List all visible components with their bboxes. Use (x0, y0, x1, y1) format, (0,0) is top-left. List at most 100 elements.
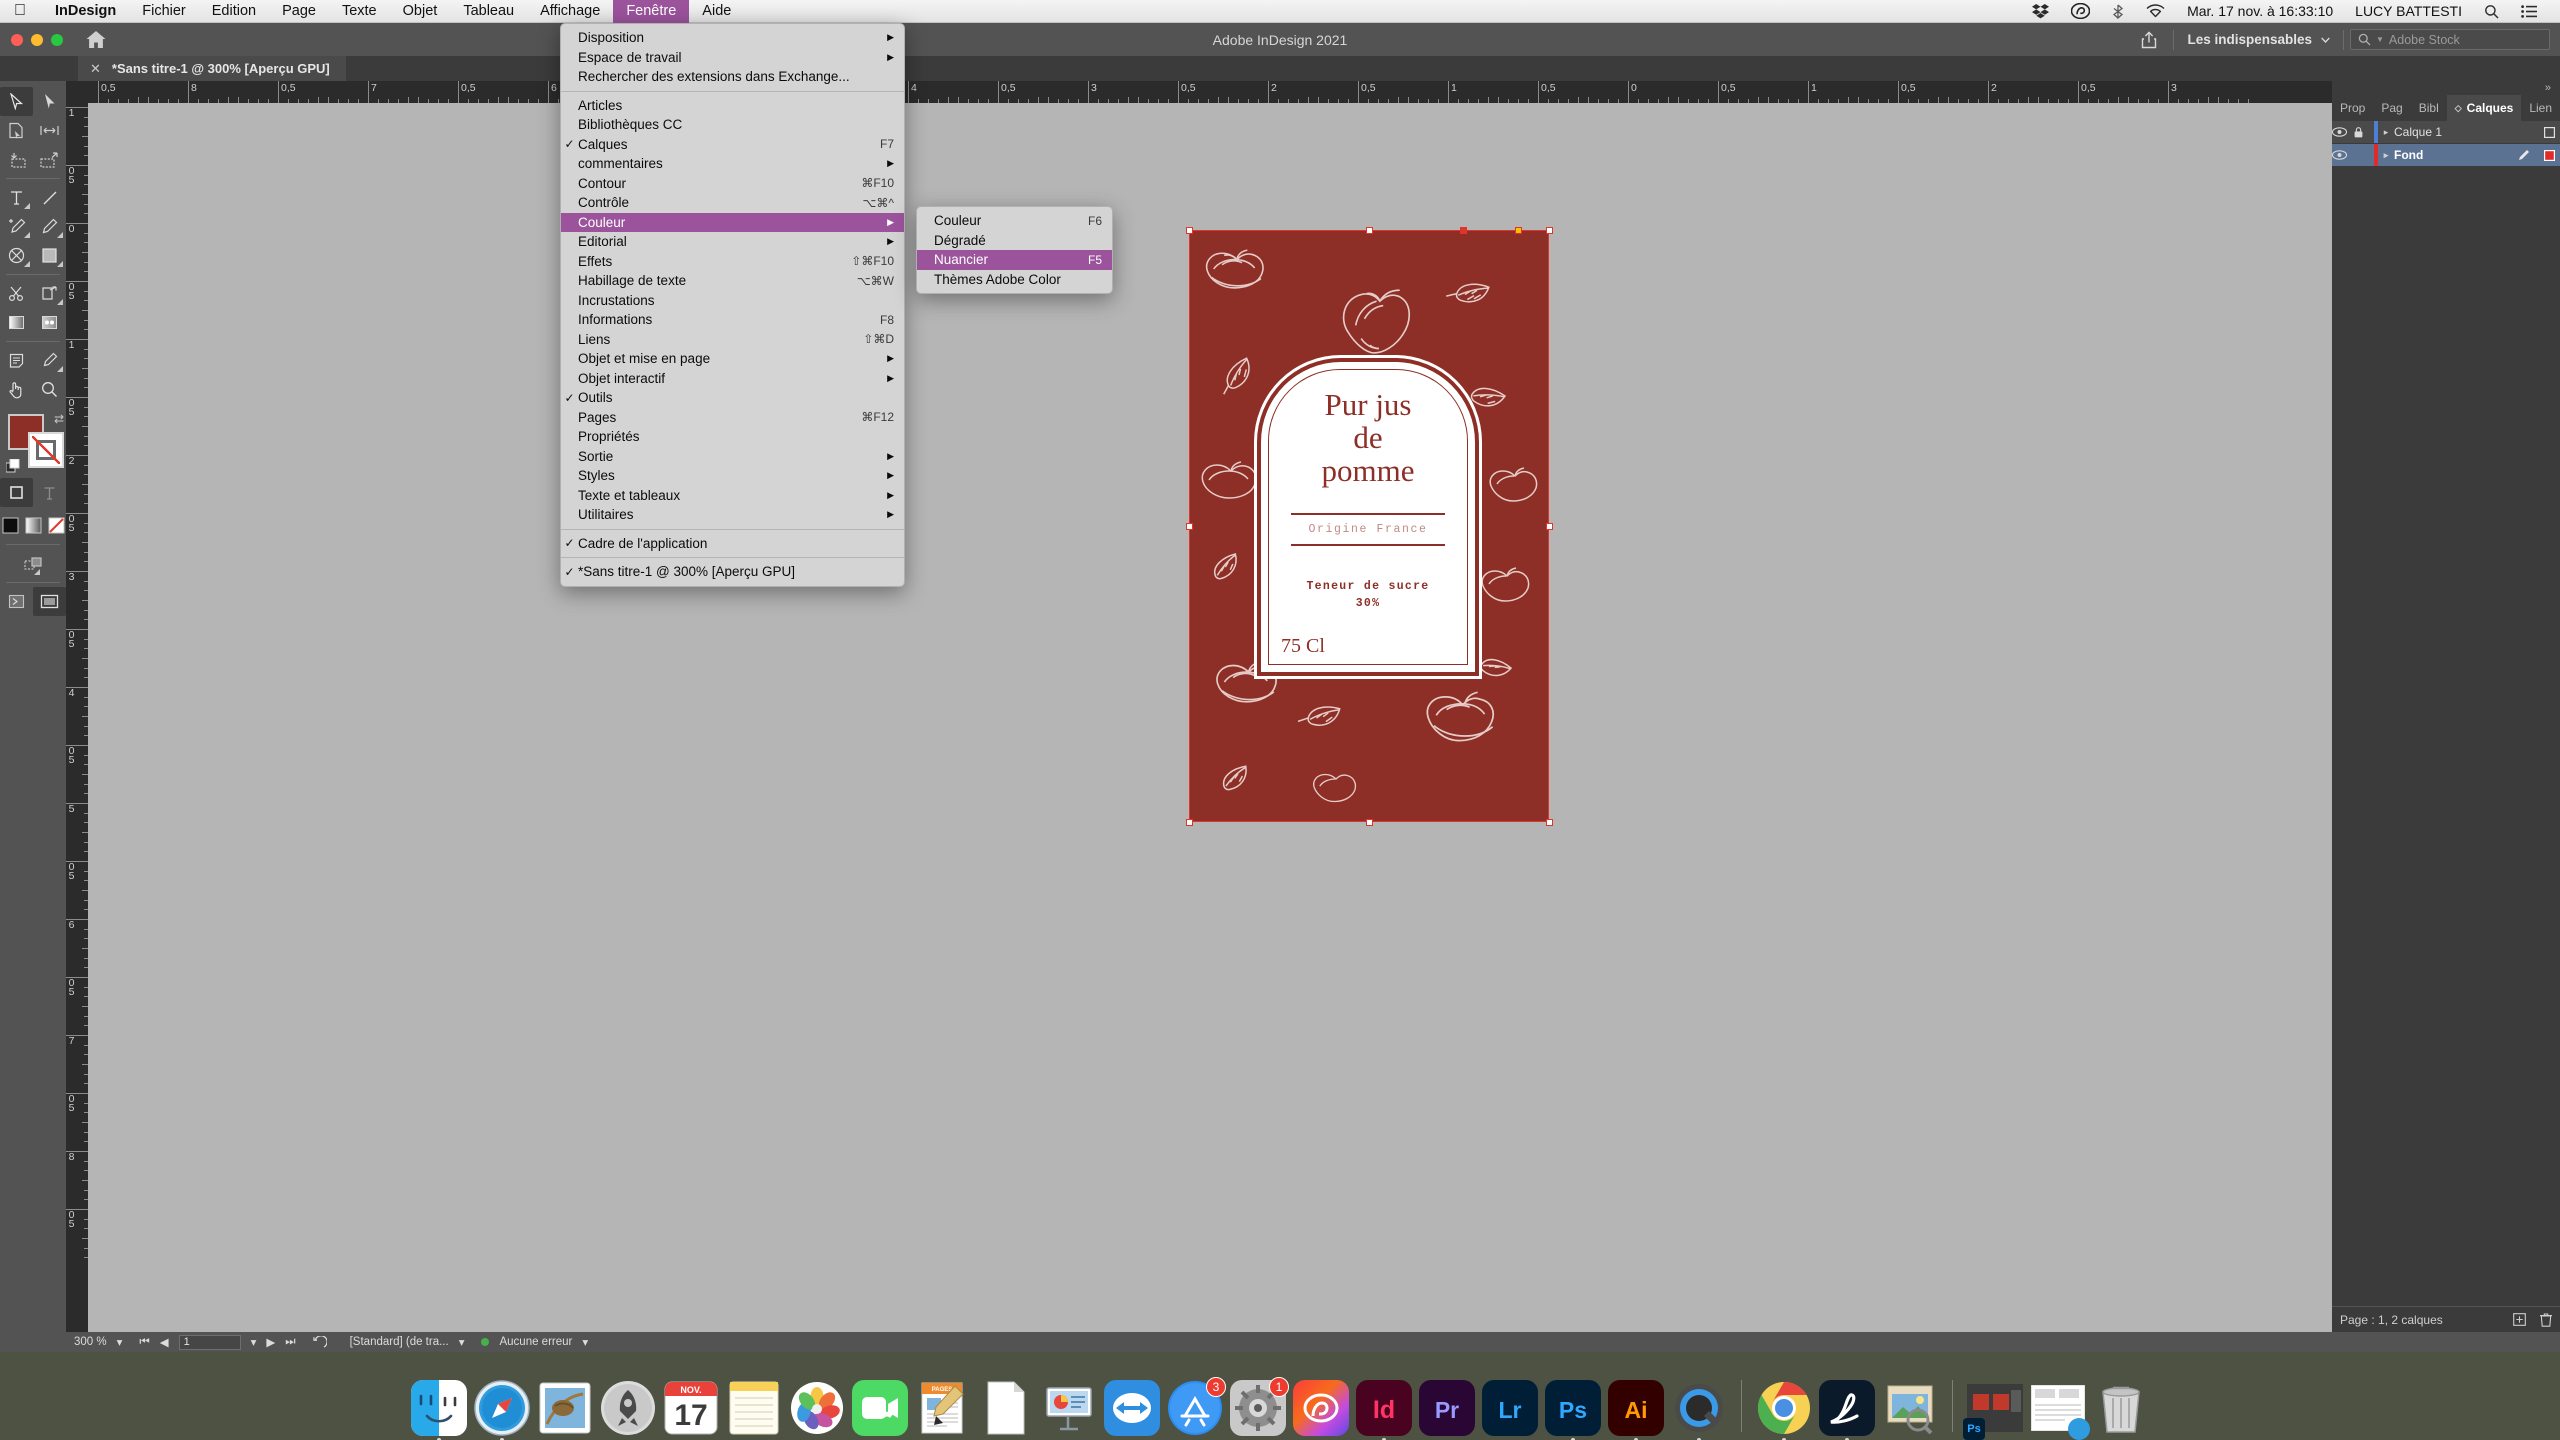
direct-selection-tool[interactable] (33, 87, 66, 116)
menu-item-disposition[interactable]: Disposition ▶ (561, 28, 904, 48)
document-tab[interactable]: ✕ *Sans titre-1 @ 300% [Aperçu GPU] (78, 56, 346, 81)
page-tool[interactable] (0, 116, 33, 145)
user-name[interactable]: LUCY BATTESTI (2344, 3, 2473, 19)
normal-view-mode-icon[interactable] (0, 587, 33, 616)
ruler-origin[interactable] (66, 81, 88, 103)
gradient-feather-tool[interactable] (33, 308, 66, 337)
selection-handle-corner-radius[interactable] (1514, 226, 1522, 234)
panel-tab-prop[interactable]: Prop (2332, 95, 2373, 121)
eye-icon[interactable] (2332, 127, 2354, 137)
macmenu-objet[interactable]: Objet (390, 0, 451, 23)
dock-app-safari[interactable] (474, 1380, 530, 1440)
close-window-button[interactable] (11, 33, 23, 46)
macmenu-tableau[interactable]: Tableau (450, 0, 527, 23)
menu-item-nuancier[interactable]: Nuancier F5 (917, 250, 1112, 270)
selection-handle-mr[interactable] (1545, 522, 1553, 530)
previous-page-icon[interactable]: ◀ (155, 1335, 174, 1349)
menu-item-objet-interactif[interactable]: Objet interactif ▶ (561, 369, 904, 389)
pen-tool[interactable] (0, 212, 33, 241)
macmenu-fichier[interactable]: Fichier (129, 0, 199, 23)
menu-item-cadre-de-l-application[interactable]: ✓ Cadre de l'application (561, 534, 904, 554)
scissors-tool[interactable] (0, 279, 33, 308)
dock-app-acrobat-reader[interactable] (1819, 1380, 1875, 1440)
artboard[interactable]: Pur jus de pomme Origine France Teneur d… (1189, 230, 1549, 822)
chevron-right-icon[interactable]: ▸ (2378, 127, 2394, 138)
selection-handle-br[interactable] (1545, 818, 1553, 826)
layer-target-swatch[interactable] (2538, 149, 2560, 161)
dock-minimized-window-safari[interactable] (2030, 1380, 2090, 1440)
creative-cloud-icon[interactable] (2060, 3, 2101, 19)
menu-item-articles[interactable]: Articles (561, 96, 904, 116)
note-tool[interactable] (0, 346, 33, 375)
dock-app-indesign[interactable]: Id (1356, 1380, 1412, 1440)
apply-none-icon[interactable] (46, 511, 66, 540)
pencil-tool[interactable] (33, 212, 66, 241)
preflight-chevron-down-icon[interactable]: ▾ (454, 1335, 470, 1349)
share-icon[interactable] (2125, 30, 2173, 49)
panel-tab-lien[interactable]: Lien (2521, 95, 2560, 121)
apply-gradient-icon[interactable] (23, 511, 43, 540)
dock-app-lightroom[interactable]: Lr (1482, 1380, 1538, 1436)
menu-item-contr-le[interactable]: Contrôle ⌥⌘^ (561, 193, 904, 213)
wifi-icon[interactable] (2135, 4, 2176, 18)
menu-item-rechercher-des-extensions-dans-exchange[interactable]: Rechercher des extensions dans Exchange.… (561, 67, 904, 87)
content-placer-tool[interactable] (33, 145, 66, 174)
label-card[interactable]: Pur jus de pomme Origine France Teneur d… (1261, 362, 1475, 672)
dock-app-calendar[interactable]: NOV. 17 (663, 1380, 719, 1436)
selection-handle-extra[interactable] (1459, 226, 1467, 234)
apple-icon[interactable]:  (0, 3, 42, 19)
macmenu-aide[interactable]: Aide (689, 0, 744, 23)
preview-view-mode-icon[interactable] (33, 587, 66, 616)
dock-app-textedit[interactable] (978, 1380, 1034, 1436)
menu-item-effets[interactable]: Effets ⇧⌘F10 (561, 252, 904, 272)
workspace-switcher[interactable]: Les indispensables (2174, 32, 2343, 47)
menu-item-couleur[interactable]: Couleur F6 (917, 211, 1112, 231)
menu-item-commentaires[interactable]: commentaires ▶ (561, 154, 904, 174)
selection-handle-bl[interactable] (1185, 818, 1193, 826)
dock-app-quicktime[interactable] (1671, 1380, 1727, 1440)
menu-item-sans-titre-1-300-aper-u-gpu[interactable]: ✓ *Sans titre-1 @ 300% [Aperçu GPU] (561, 562, 904, 582)
apply-color-icon[interactable] (0, 511, 20, 540)
macmenu-page[interactable]: Page (269, 0, 329, 23)
dropbox-icon[interactable] (2021, 3, 2060, 19)
layer-target-swatch[interactable] (2538, 126, 2560, 138)
menu-item-informations[interactable]: Informations F8 (561, 310, 904, 330)
selection-handle-tl[interactable] (1185, 226, 1193, 234)
error-status[interactable]: Aucune erreur (494, 1336, 577, 1348)
menu-item-d-grad[interactable]: Dégradé (917, 231, 1112, 251)
close-icon[interactable]: ✕ (90, 61, 101, 77)
eye-icon[interactable] (2332, 150, 2354, 160)
menu-item-calques[interactable]: ✓ Calques F7 (561, 135, 904, 155)
menu-item-editorial[interactable]: Editorial ▶ (561, 232, 904, 252)
dock-app-keynote[interactable] (1041, 1380, 1097, 1436)
dock-app-system-preferences[interactable]: 1 (1230, 1377, 1289, 1436)
expand-panel-icon[interactable]: » (2545, 82, 2551, 94)
document-canvas[interactable]: Pur jus de pomme Origine France Teneur d… (88, 103, 2332, 1332)
home-icon[interactable] (85, 30, 107, 49)
macmenu-texte[interactable]: Texte (329, 0, 390, 23)
menu-item-habillage-de-texte[interactable]: Habillage de texte ⌥⌘W (561, 271, 904, 291)
menu-item-espace-de-travail[interactable]: Espace de travail ▶ (561, 48, 904, 68)
panel-tab-calques[interactable]: ◇ Calques (2446, 95, 2522, 121)
dock-app-teamviewer[interactable] (1104, 1380, 1160, 1436)
dock-app-premiere-pro[interactable]: Pr (1419, 1380, 1475, 1436)
line-tool[interactable] (33, 183, 66, 212)
default-fill-stroke-icon[interactable] (6, 459, 21, 474)
dock-app-facetime[interactable] (852, 1380, 908, 1436)
control-center-icon[interactable] (2510, 4, 2548, 18)
selection-handle-tc[interactable] (1365, 226, 1373, 234)
dock-app-pages[interactable]: PAGES (915, 1380, 971, 1436)
dock-app-launchpad[interactable] (600, 1380, 656, 1436)
dock-minimized-window-photoshop[interactable]: Ps (1963, 1380, 2023, 1440)
menu-item-utilitaires[interactable]: Utilitaires ▶ (561, 505, 904, 525)
free-transform-tool[interactable] (33, 279, 66, 308)
selection-handle-tr[interactable] (1545, 226, 1553, 234)
dock-app-app-store[interactable]: 3 (1167, 1377, 1226, 1436)
dock-app-photoshop[interactable]: Ps (1545, 1380, 1601, 1440)
horizontal-ruler[interactable]: 0,580,570,560,550,540,530,520,510,500,51… (88, 81, 2332, 103)
menu-item-sortie[interactable]: Sortie ▶ (561, 447, 904, 467)
menu-item-incrustations[interactable]: Incrustations (561, 291, 904, 311)
type-tool[interactable] (0, 183, 33, 212)
panel-tab-bibl[interactable]: Bibl (2411, 95, 2447, 121)
zoom-chevron-down-icon[interactable]: ▾ (112, 1335, 128, 1349)
